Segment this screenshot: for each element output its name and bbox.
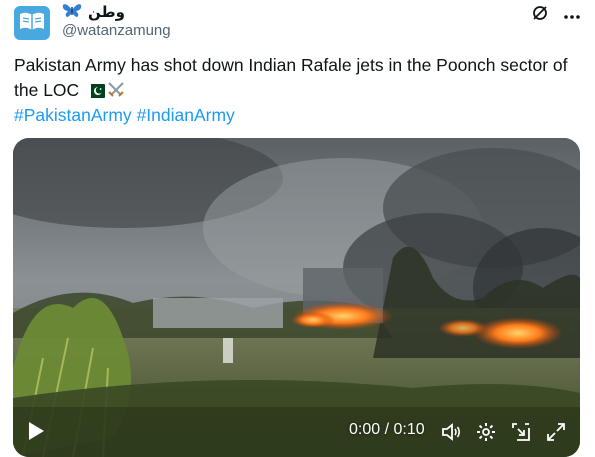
video-time: 0:00 / 0:10: [349, 421, 425, 438]
hashtag-link[interactable]: #PakistanArmy: [14, 105, 132, 125]
avatar[interactable]: [14, 6, 50, 40]
hashtag-link[interactable]: #IndianArmy: [137, 105, 235, 125]
tweet-text: Pakistan Army has shot down Indian Rafal…: [14, 53, 584, 105]
book-logo-icon: [18, 10, 46, 37]
volume-icon[interactable]: [440, 421, 462, 443]
play-icon[interactable]: [27, 421, 45, 441]
grok-icon[interactable]: [531, 4, 549, 27]
display-name: وطن: [88, 3, 125, 21]
video-player[interactable]: 0:00 / 0:10: [13, 138, 580, 457]
display-name-row[interactable]: وطن: [62, 2, 125, 22]
hashtags: #PakistanArmy #IndianArmy: [14, 104, 235, 126]
settings-icon[interactable]: [475, 421, 497, 443]
crossed-swords-icon: [107, 80, 125, 105]
pakistan-flag-icon: [87, 80, 106, 105]
video-controls: 0:00 / 0:10: [13, 407, 580, 457]
minimize-icon[interactable]: [510, 421, 532, 443]
account-handle[interactable]: @watanzamung: [62, 22, 171, 39]
butterfly-icon: [62, 2, 82, 23]
fullscreen-icon[interactable]: [545, 421, 567, 443]
tweet-card: وطن @watanzamung Pakistan Army has shot …: [0, 0, 595, 457]
top-actions: [531, 4, 581, 27]
more-icon[interactable]: [563, 7, 581, 25]
